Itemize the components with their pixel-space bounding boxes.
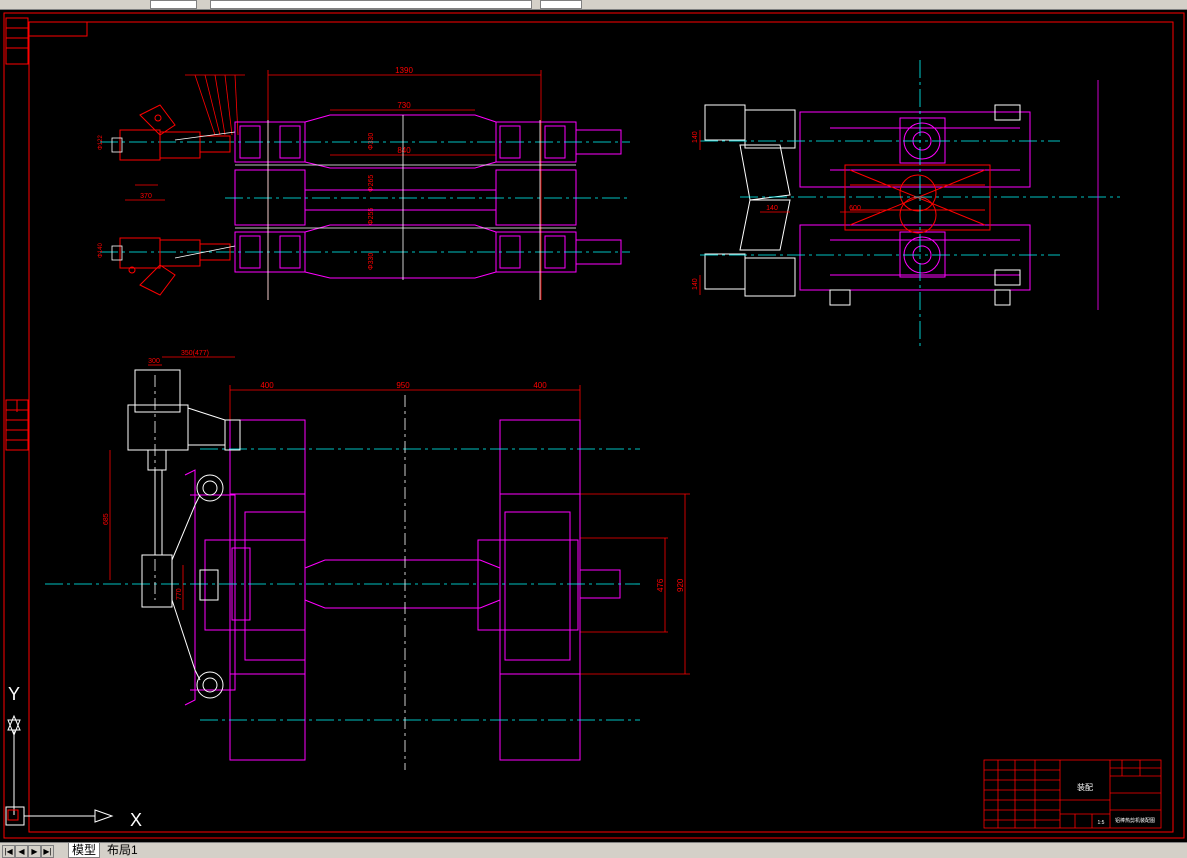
dim-top-diam1: Φ330 [368,133,375,150]
ucs-icon [5,714,114,826]
dim-top-lower: 840 [397,146,411,155]
svg-text:Φ122: Φ122 [98,135,104,150]
ucs-x-label: X [130,810,142,830]
dim-bottom-height2: 920 [676,578,685,592]
dim-right-600: 600 [849,205,861,212]
ucs-y-label: Y [8,684,20,704]
svg-text:Φ140: Φ140 [98,243,104,258]
outer-frame [3,12,1185,839]
dim-right-140c: 140 [692,278,699,290]
top-left-view: 1390 730 840 Φ330 Φ265 Φ255 Φ330 370 Φ12… [98,66,630,300]
dim-top-diam4: Φ330 [368,253,375,270]
dim-bottom-vert: 685 [103,513,110,525]
titleblock-scale: 1:5 [1098,820,1105,826]
properties-dropdown[interactable] [210,0,532,9]
dim-bottom-vert2: 770 [176,588,183,600]
last-tab-icon[interactable]: ▶| [41,845,54,858]
top-right-view: 140 600 140 140 [692,60,1120,350]
dim-top-diam2: Φ265 [368,175,375,192]
dim-bottom-mid: 950 [396,381,410,390]
dim-right-140b: 140 [692,131,699,143]
layout-tab-bar: |◀ ◀ ▶ ▶| 模型 布局1 [0,842,1187,858]
titleblock-title: 装配 [1077,782,1093,792]
dim-bottom-motor-total: 350(477) [181,350,209,357]
dim-bottom-left: 400 [260,381,274,390]
titleblock-drawing-name: 铝棒热剪机装配图 [1115,817,1155,824]
inner-frame [28,21,1174,833]
dim-bottom-height1: 476 [656,578,665,592]
dim-right-140a: 140 [766,205,778,212]
dim-top-small: 370 [140,193,152,200]
dim-top-inner: 730 [397,101,411,110]
next-tab-icon[interactable]: ▶ [28,845,41,858]
dim-top-overall: 1390 [395,66,413,75]
toolbar [0,0,1187,10]
prev-tab-icon[interactable]: ◀ [15,845,28,858]
tab-layout1[interactable]: 布局1 [104,843,141,857]
first-tab-icon[interactable]: |◀ [2,845,15,858]
cad-drawing: 1390 730 840 Φ330 Φ265 Φ255 Φ330 370 Φ12… [3,12,1185,839]
drawing-canvas[interactable]: 1390 730 840 Φ330 Φ265 Φ255 Φ330 370 Φ12… [0,10,1187,842]
dim-bottom-right: 400 [533,381,547,390]
layer-dropdown[interactable] [150,0,197,9]
tab-model[interactable]: 模型 [68,843,101,858]
style-dropdown[interactable] [540,0,582,9]
dim-bottom-motor-w: 300 [148,358,160,365]
bottom-view: 400 950 400 300 350(477) 476 920 685 770 [45,350,690,770]
left-margin-block [5,17,88,451]
ucs-marker [7,809,19,821]
